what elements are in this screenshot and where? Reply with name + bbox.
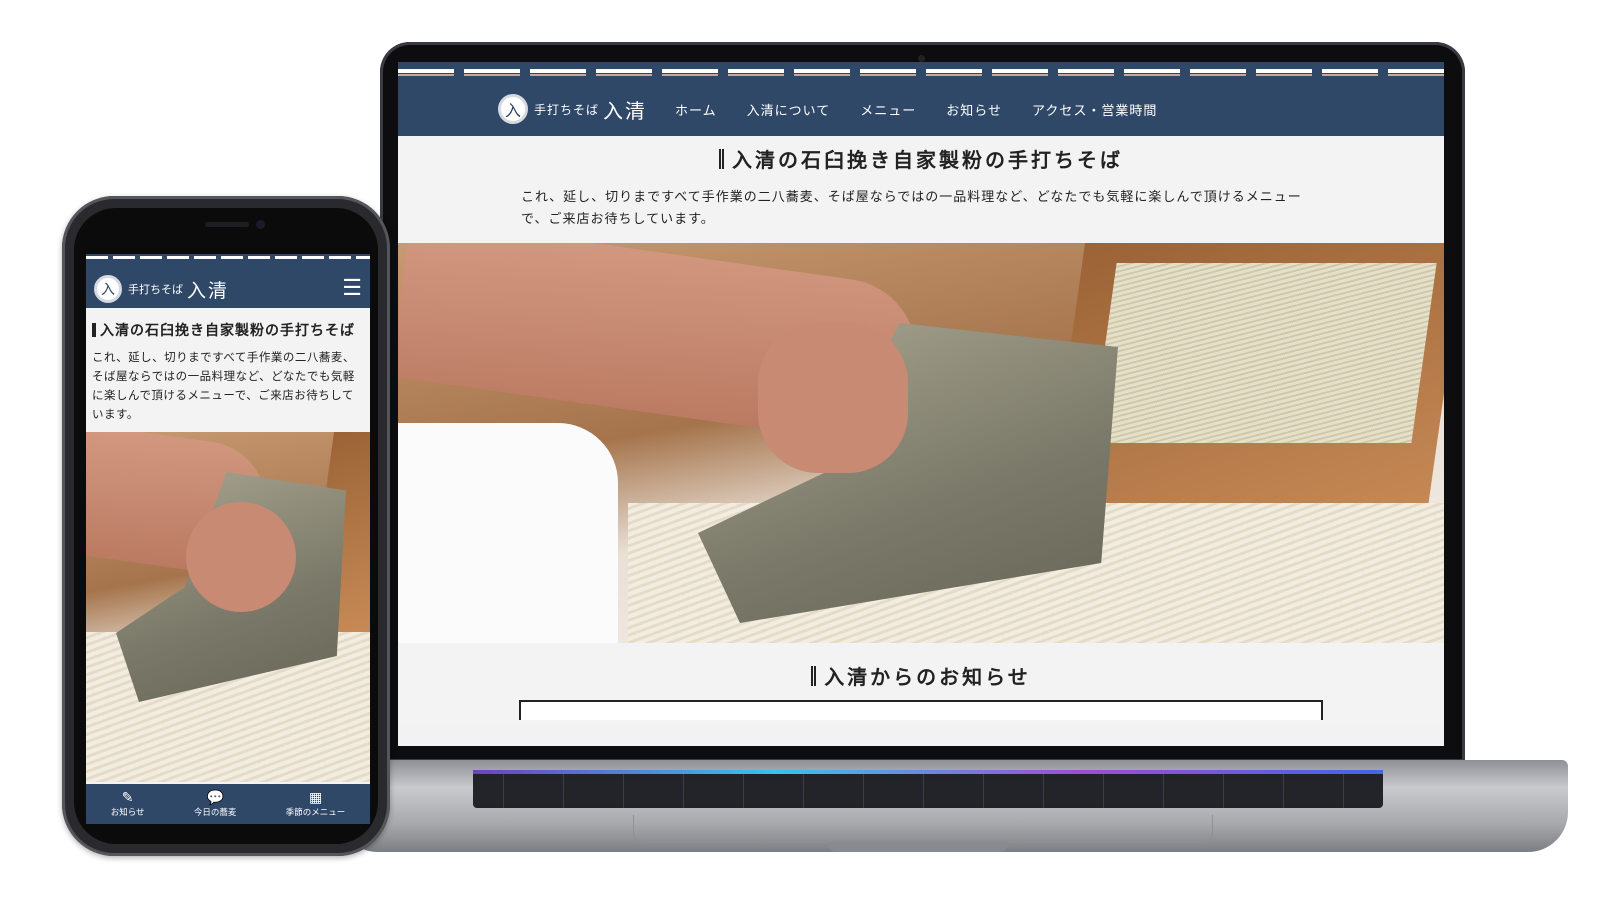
hero-hand [758,323,908,473]
mobile-intro-text: これ、延し、切りまですべて手作業の二八蕎麦、そば屋ならではの一品料理など、どなた… [92,350,355,421]
logo-emblem-icon: 入 [498,94,528,124]
laptop-base [338,760,1568,852]
header-stripe [398,62,1444,82]
tab-todays-soba[interactable]: 💬 今日の蕎麦 [194,790,237,818]
news-box [519,700,1323,720]
phone-speaker [205,222,249,227]
mobile-screen: 入 手打ちそば 入清 ☰ 入清の石臼挽き自家製粉の手打ちそば これ、延し、切りま… [86,254,370,824]
tab-seasonal-menu-label: 季節のメニュー [285,808,346,818]
nav-item-about[interactable]: 入清について [747,100,831,119]
logo-subtitle: 手打ちそば [534,102,600,117]
nav-item-news[interactable]: お知らせ [946,100,1002,119]
tab-seasonal-menu[interactable]: ▦ 季節のメニュー [286,790,346,818]
nav-item-access[interactable]: アクセス・営業時間 [1032,100,1157,119]
mobile-hero-image [86,432,370,782]
tab-todays-soba-label: 今日の蕎麦 [193,808,237,818]
intro-text: これ、延し、切りまですべて手作業の二八蕎麦、そば屋ならではの一品料理など、どなた… [521,190,1302,227]
chat-bubble-icon: 💬 [206,790,224,806]
nav-item-menu[interactable]: メニュー [860,100,916,119]
site-header: 入 手打ちそば 入清 ホーム 入清について メニュー お知らせ アクセス・営業時… [398,82,1444,136]
title-bar-icon [92,323,96,337]
hamburger-icon[interactable]: ☰ [342,278,362,300]
news-title-text: 入清からのお知らせ [824,665,1031,689]
mobile-header: 入 手打ちそば 入清 ☰ [86,270,370,308]
mobile-intro-title-text: 入清の石臼挽き自家製粉の手打ちそば [100,323,355,339]
mobile-intro-title: 入清の石臼挽き自家製粉の手打ちそば [86,308,370,346]
news-section: 入清からのお知らせ [398,643,1444,723]
laptop-notch [828,842,1008,852]
logo-name: 入清 [603,98,648,123]
phone-mockup: 入 手打ちそば 入清 ☰ 入清の石臼挽き自家製粉の手打ちそば これ、延し、切りま… [62,196,390,856]
trackpad [633,815,1213,843]
desktop-screen: 入 手打ちそば 入清 ホーム 入清について メニュー お知らせ アクセス・営業時… [398,62,1444,746]
logo-subtitle: 手打ちそば [128,283,183,296]
hero-cloth [398,423,618,643]
intro-section: 入清の石臼挽き自家製粉の手打ちそば これ、延し、切りまですべて手作業の二八蕎麦、… [398,136,1444,243]
intro-title-text: 入清の石臼挽き自家製粉の手打ちそば [732,148,1123,172]
main-nav: ホーム 入清について メニュー お知らせ アクセス・営業時間 [675,100,1157,119]
logo-emblem-icon[interactable]: 入 [94,275,122,303]
hero-image [398,243,1444,643]
mobile-bottom-nav: ✎ お知らせ 💬 今日の蕎麦 ▦ 季節のメニュー [86,784,370,824]
site-logo[interactable]: 入 手打ちそば 入清 [498,94,647,124]
news-title: 入清からのお知らせ [398,661,1444,690]
keyboard [473,770,1383,808]
hero-noodles [1091,263,1437,443]
tab-news[interactable]: ✎ お知らせ [111,790,145,818]
calendar-icon: ▦ [308,790,323,806]
tab-news-label: お知らせ [110,808,145,818]
camera-icon [918,55,925,62]
mobile-header-stripe [86,254,370,270]
title-bar-icon [719,149,724,169]
title-bar-icon [811,666,817,686]
logo-name: 入清 [187,279,230,302]
hero-hand [186,502,296,612]
nav-item-home[interactable]: ホーム [675,100,717,119]
pencil-icon: ✎ [121,790,134,806]
phone-camera-icon [256,220,265,229]
intro-title: 入清の石臼挽き自家製粉の手打ちそば [398,144,1444,173]
